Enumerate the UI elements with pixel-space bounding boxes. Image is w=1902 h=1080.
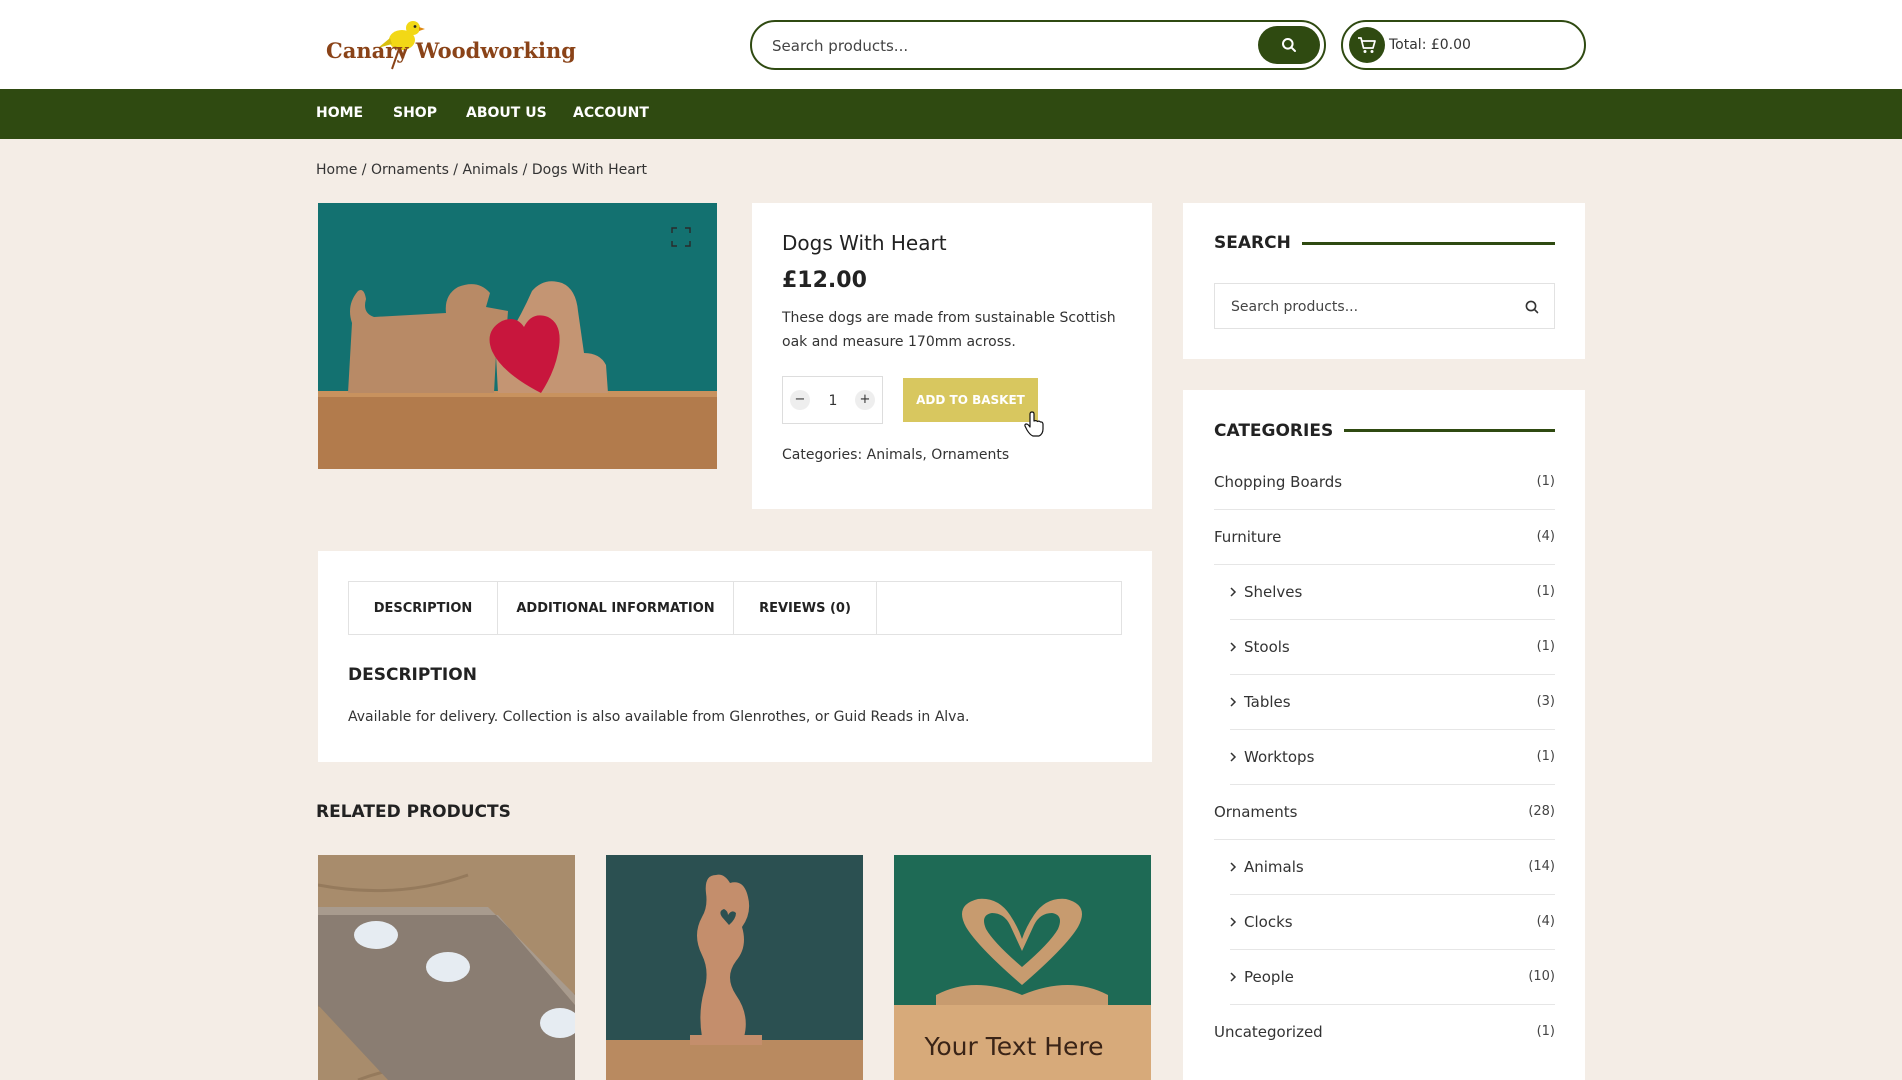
- related-product-tealight-holder[interactable]: [318, 855, 575, 1080]
- breadcrumb-home[interactable]: Home: [316, 162, 357, 178]
- category-name: Chopping Boards: [1214, 473, 1343, 491]
- category-item[interactable]: Clocks (4): [1230, 895, 1555, 950]
- product-tabs: DESCRIPTION ADDITIONAL INFORMATION REVIE…: [348, 581, 1122, 635]
- category-name: People: [1244, 968, 1294, 986]
- heading-divider: [1302, 242, 1555, 245]
- category-name: Worktops: [1244, 748, 1315, 766]
- breadcrumb-current: Dogs With Heart: [531, 162, 648, 178]
- nav-about-us[interactable]: ABOUT US: [466, 105, 547, 121]
- tab-description[interactable]: DESCRIPTION: [349, 582, 498, 634]
- category-name: Stools: [1244, 638, 1290, 656]
- category-item[interactable]: People (10): [1230, 950, 1555, 1005]
- sidebar-search-input[interactable]: [1231, 296, 1511, 318]
- category-link-animals[interactable]: Animals: [867, 447, 923, 463]
- site-logo[interactable]: Canary Woodworking: [324, 14, 584, 76]
- category-count: (4): [1536, 529, 1555, 544]
- category-item[interactable]: Chopping Boards (1): [1214, 455, 1555, 510]
- breadcrumb-separator: /: [518, 162, 532, 178]
- chevron-right-icon: [1230, 642, 1237, 652]
- category-item[interactable]: Shelves (1): [1230, 565, 1555, 620]
- sidebar-categories-heading: CATEGORIES: [1214, 421, 1334, 441]
- swan-caption-text: Your Text Here: [923, 1032, 1103, 1061]
- category-count: (14): [1528, 859, 1555, 874]
- category-separator: ,: [922, 447, 932, 463]
- category-name: Shelves: [1244, 583, 1303, 601]
- site-header: Canary Woodworking Total: £0.00: [0, 0, 1902, 89]
- quantity-increase-button[interactable]: +: [855, 390, 875, 410]
- related-product-personalised-swans[interactable]: Your Text Here: [894, 855, 1151, 1080]
- category-item[interactable]: Worktops (1): [1230, 730, 1555, 785]
- description-text: Available for delivery. Collection is al…: [348, 709, 970, 725]
- category-item[interactable]: Ornaments (28): [1214, 785, 1555, 840]
- nav-shop[interactable]: SHOP: [393, 105, 437, 121]
- quantity-input[interactable]: [817, 390, 849, 412]
- categories-label: Categories:: [782, 447, 867, 463]
- chevron-right-icon: [1230, 917, 1237, 927]
- description-heading: DESCRIPTION: [348, 665, 477, 685]
- nav-home[interactable]: HOME: [316, 105, 363, 121]
- quantity-stepper: − +: [782, 376, 883, 424]
- tab-additional-information[interactable]: ADDITIONAL INFORMATION: [498, 582, 734, 634]
- category-link-ornaments[interactable]: Ornaments: [931, 447, 1009, 463]
- chevron-right-icon: [1230, 862, 1237, 872]
- category-count: (1): [1536, 474, 1555, 489]
- breadcrumb-separator: /: [357, 162, 371, 178]
- category-name: Tables: [1244, 693, 1291, 711]
- chevron-right-icon: [1230, 587, 1237, 597]
- cart-button[interactable]: Total: £0.00: [1341, 20, 1586, 70]
- category-name: Clocks: [1244, 913, 1293, 931]
- hand-pointer-icon: [1024, 411, 1044, 437]
- chevron-right-icon: [1230, 752, 1237, 762]
- category-name: Uncategorized: [1214, 1023, 1323, 1041]
- category-item[interactable]: Furniture (4): [1214, 510, 1555, 565]
- category-count: (10): [1528, 969, 1555, 984]
- brand-name: Canary Woodworking: [326, 38, 576, 63]
- header-search: [750, 20, 1326, 70]
- category-count: (1): [1536, 639, 1555, 654]
- quantity-decrease-button[interactable]: −: [790, 390, 810, 410]
- breadcrumb: Home / Ornaments / Animals / Dogs With H…: [316, 162, 647, 178]
- chevron-right-icon: [1230, 972, 1237, 982]
- breadcrumb-animals[interactable]: Animals: [462, 162, 518, 178]
- heading-divider: [1344, 429, 1555, 432]
- breadcrumb-separator: /: [448, 162, 463, 178]
- category-item[interactable]: Tables (3): [1230, 675, 1555, 730]
- sidebar-search-heading: SEARCH: [1214, 233, 1291, 253]
- category-item[interactable]: Uncategorized (1): [1214, 1005, 1555, 1060]
- related-products-heading: RELATED PRODUCTS: [316, 802, 511, 822]
- header-search-button[interactable]: [1258, 26, 1320, 64]
- category-count: (1): [1536, 584, 1555, 599]
- sidebar-search-widget: [1183, 203, 1585, 359]
- breadcrumb-ornaments[interactable]: Ornaments: [371, 162, 449, 178]
- product-image[interactable]: [318, 203, 717, 469]
- main-nav: HOME SHOP ABOUT US ACCOUNT: [0, 89, 1902, 139]
- search-icon[interactable]: [1522, 297, 1542, 317]
- chevron-right-icon: [1230, 697, 1237, 707]
- fullscreen-icon[interactable]: [671, 227, 691, 247]
- nav-account[interactable]: ACCOUNT: [573, 105, 649, 121]
- add-to-basket-button[interactable]: ADD TO BASKET: [903, 378, 1038, 422]
- category-name: Ornaments: [1214, 803, 1298, 821]
- cart-icon: [1349, 27, 1385, 63]
- category-item[interactable]: Animals (14): [1230, 840, 1555, 895]
- category-count: (28): [1528, 804, 1555, 819]
- sidebar-search: [1214, 283, 1555, 329]
- cart-total: Total: £0.00: [1389, 37, 1471, 53]
- product-price: £12.00: [782, 268, 867, 293]
- category-count: (1): [1536, 1024, 1555, 1039]
- category-name: Animals: [1244, 858, 1304, 876]
- category-count: (3): [1536, 694, 1555, 709]
- header-search-input[interactable]: [772, 34, 1232, 58]
- category-count: (1): [1536, 749, 1555, 764]
- related-product-couple-figure[interactable]: [606, 855, 863, 1080]
- product-title: Dogs With Heart: [782, 231, 947, 255]
- category-count: (4): [1536, 914, 1555, 929]
- tab-reviews[interactable]: REVIEWS (0): [734, 582, 877, 634]
- search-icon: [1282, 38, 1296, 52]
- product-categories: Categories: Animals, Ornaments: [782, 447, 1009, 463]
- category-item[interactable]: Stools (1): [1230, 620, 1555, 675]
- product-description: These dogs are made from sustainable Sco…: [782, 310, 1116, 350]
- category-name: Furniture: [1214, 528, 1282, 546]
